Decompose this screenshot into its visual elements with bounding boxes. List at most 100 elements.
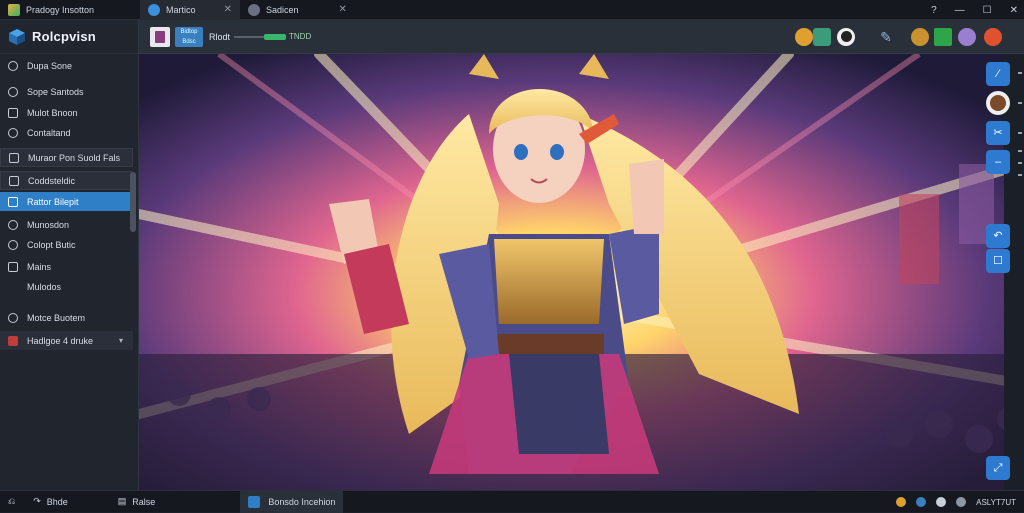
tray-shield-icon[interactable]	[916, 497, 927, 507]
status-bar: ⎌ ↷ Bhde ▤ Ralse Bonsdo Incehion ASLYT7UT	[0, 490, 1024, 513]
edit-icon	[148, 3, 161, 16]
sidebar-item-label: Munosdon	[27, 219, 70, 230]
user-icon[interactable]	[837, 28, 855, 46]
sidebar-item-label: Mains	[27, 261, 52, 272]
menu-dot	[1018, 174, 1022, 176]
close-icon[interactable]: ✕	[338, 4, 346, 15]
sidebar-item-10[interactable]: Mains	[0, 257, 133, 276]
sidebar-item-label: Sope Santods	[27, 86, 84, 97]
sidebar-item-label: Hadlgoe 4 druke	[27, 335, 94, 346]
layers-icon	[8, 107, 18, 118]
sidebar: Rolcpvisn Dupa Sone Sope Santods Mulot B…	[0, 20, 139, 490]
minus-button[interactable]: ⁄	[986, 62, 1010, 86]
tab-martico[interactable]: Martico ✕	[140, 0, 240, 20]
dash-button[interactable]: –	[986, 150, 1010, 174]
file-button[interactable]: ▤ Ralse	[118, 496, 156, 507]
sidebar-item-label: Contaltand	[27, 127, 71, 138]
pen-icon[interactable]: ✎	[877, 28, 895, 46]
puzzle-icon[interactable]	[813, 28, 831, 46]
sidebar-item-1[interactable]: Dupa Sone	[0, 56, 133, 75]
back-icon: ⎌	[8, 496, 16, 506]
image-icon	[8, 196, 18, 207]
toolbar: Bidtop Bdsc Rlodt TNDD ✎	[139, 20, 1024, 54]
sidebar-item-5[interactable]: Muraor Pon Suold Fals	[0, 148, 133, 167]
back-button[interactable]: ⎌	[8, 496, 25, 507]
artwork-image	[139, 54, 1024, 490]
menu-dot	[1018, 162, 1022, 164]
grid-icon	[9, 152, 19, 163]
chevron-down-icon: ▾	[118, 336, 123, 345]
redo-icon: ↷	[33, 496, 41, 506]
expand-icon[interactable]: ⤢	[986, 456, 1010, 480]
tray-volume-icon[interactable]	[956, 497, 967, 507]
tray-network-icon[interactable]	[936, 497, 947, 507]
sun-icon[interactable]	[795, 28, 813, 46]
sidebar-item-8[interactable]: Munosdon	[0, 215, 133, 234]
tray-dot-icon[interactable]	[896, 497, 907, 507]
brand-name: Rolcpvisn	[32, 29, 96, 44]
sidebar-item-label: Mulot Bnoon	[27, 107, 78, 118]
minimize-button[interactable]: —	[955, 5, 965, 16]
award-icon[interactable]	[911, 28, 929, 46]
logo-icon	[9, 28, 25, 45]
sidebar-item-label: Motce Buotem	[27, 312, 86, 323]
close-window-button[interactable]: ✕	[1010, 5, 1018, 16]
menu-dot	[1018, 72, 1022, 74]
sidebar-item-7[interactable]: Rattor Bilepit	[0, 192, 133, 211]
sidebar-item-4[interactable]: Contaltand	[0, 123, 133, 142]
sidebar-item-label: Coddsteldic	[28, 175, 76, 186]
tab-sadicen[interactable]: Sadicen ✕	[240, 0, 355, 20]
chat-icon	[8, 127, 18, 138]
clock-icon	[8, 219, 18, 230]
share-icon[interactable]: ✂	[986, 121, 1010, 145]
sidebar-item-label: Muraor Pon Suold Fals	[28, 152, 121, 163]
close-icon[interactable]: ✕	[224, 4, 232, 15]
shield-icon	[8, 239, 18, 250]
sidebar-item-12[interactable]: Motce Buotem	[0, 308, 133, 327]
menu-dot	[1018, 102, 1022, 104]
sidebar-item-3[interactable]: Mulot Bnoon	[0, 103, 133, 122]
menu-dot	[1018, 150, 1022, 152]
sidebar-scrollbar[interactable]	[130, 172, 136, 232]
status-chip[interactable]: Bidtop Bdsc	[175, 27, 203, 47]
sidebar-item-label: Dupa Sone	[27, 60, 73, 71]
window-controls: ? — ☐ ✕	[931, 0, 1018, 20]
active-task[interactable]: Bonsdo Incehion	[240, 490, 344, 513]
avatar-button[interactable]	[986, 91, 1010, 115]
maximize-button[interactable]: ☐	[983, 5, 992, 16]
sidebar-item-11[interactable]: Mulodos	[0, 277, 133, 296]
sidebar-item-6[interactable]: Coddsteldic	[0, 171, 133, 190]
system-tray: ASLYT7UT	[896, 491, 1016, 513]
tab-label: Sadicen	[265, 4, 299, 15]
task-icon	[248, 495, 261, 508]
sidebar-item-13[interactable]: Hadlgoe 4 druke ▾	[0, 331, 133, 350]
planet-icon[interactable]	[958, 28, 976, 46]
circle-icon	[8, 60, 18, 71]
toolbar-label: Rlodt	[209, 32, 231, 42]
help-icon[interactable]: ?	[931, 5, 937, 16]
globe-icon	[247, 3, 260, 16]
tab-app[interactable]: Pradogy Insotton	[0, 0, 102, 20]
brand: Rolcpvisn	[0, 20, 138, 54]
app-icon	[8, 3, 20, 16]
sidebar-item-label: Mulodos	[27, 281, 62, 292]
record-icon	[8, 335, 18, 346]
title-bar: Pradogy Insotton Martico ✕ Sadicen ✕ ? —…	[0, 0, 1024, 20]
profile-avatar[interactable]	[150, 27, 170, 47]
chart-icon[interactable]	[934, 28, 952, 46]
folder-icon	[8, 261, 18, 272]
tray-clock-text: ASLYT7UT	[976, 497, 1016, 507]
settings-icon	[8, 312, 18, 323]
progress-fill	[264, 34, 286, 40]
redo-button[interactable]: ↷ Bhde	[33, 496, 68, 507]
sync-icon	[8, 86, 18, 97]
record-icon[interactable]	[984, 28, 1002, 46]
progress-value: TNDD	[289, 32, 312, 41]
sidebar-item-9[interactable]: Colopt Butic	[0, 235, 133, 254]
progress-track	[234, 36, 264, 38]
comment-icon[interactable]: ☐	[986, 249, 1010, 273]
sidebar-item-2[interactable]: Sope Santods	[0, 82, 133, 101]
image-canvas[interactable]	[139, 54, 1024, 490]
undo-icon[interactable]: ↶	[986, 224, 1010, 248]
sidebar-item-label: Rattor Bilepit	[27, 196, 79, 207]
